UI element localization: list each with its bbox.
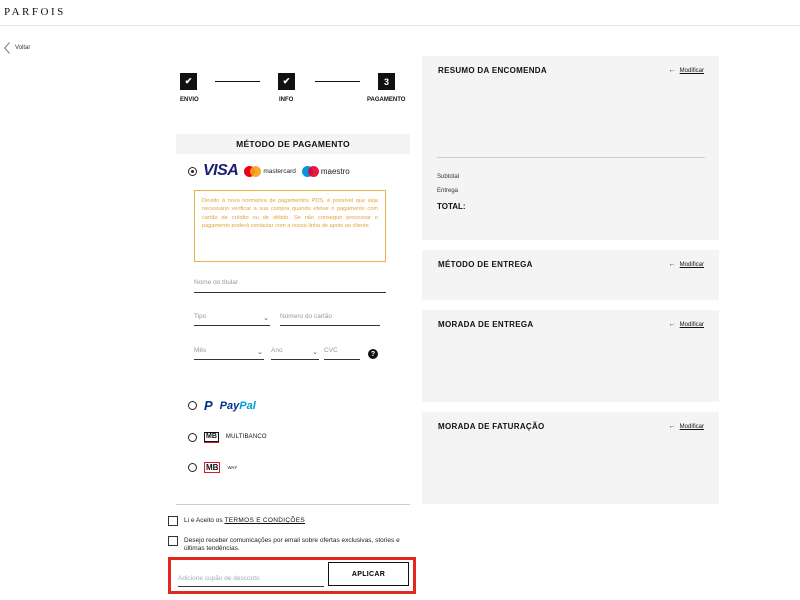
step-info-check-icon[interactable]: ✔: [278, 73, 295, 90]
cardholder-name-placeholder: Nome do titular: [194, 279, 239, 286]
arrow-left-icon: ←: [668, 261, 676, 268]
terms-prefix: Li e Aceito os: [184, 517, 223, 524]
chevron-down-icon: ⌄: [257, 349, 263, 356]
delivery-method-panel: MÉTODO DE ENTREGA ← Modificar: [422, 250, 719, 300]
terms-consent[interactable]: Li e Aceito os TERMOS E CONDIÇÕES: [168, 516, 305, 526]
step-connector: [315, 81, 360, 82]
mbway-label: WAY: [227, 465, 238, 470]
newsletter-checkbox[interactable]: [168, 536, 178, 546]
shipping-address-title: MORADA DE ENTREGA: [438, 320, 534, 329]
psd-notice: Devido à nova normativa de pagamentos PD…: [194, 190, 386, 262]
paypal-radio[interactable]: [188, 401, 197, 410]
step-label-info: INFO: [279, 97, 294, 103]
modify-label: Modificar: [679, 261, 704, 268]
maestro-icon: [301, 165, 319, 177]
mbway-option[interactable]: MB WAY: [188, 462, 237, 473]
modify-label: Modificar: [679, 321, 704, 328]
mbway-icon: MB: [204, 462, 221, 473]
card-number-placeholder: Número do cartão: [280, 313, 333, 320]
modify-label: Modificar: [679, 67, 704, 74]
mbway-radio[interactable]: [188, 463, 197, 472]
apply-coupon-button[interactable]: APLICAR: [328, 562, 409, 586]
newsletter-text: Desejo receber comunicações por email so…: [184, 537, 400, 552]
subtotal-label: Subtotal: [437, 174, 460, 180]
chevron-down-icon: ⌄: [312, 349, 318, 356]
multibanco-option[interactable]: MB MULTIBANCO: [188, 432, 267, 443]
coupon-input[interactable]: [178, 563, 324, 587]
order-summary-panel: RESUMO DA ENCOMENDA ← Modificar Subtotal…: [422, 56, 719, 240]
mastercard-label: mastercard: [263, 167, 296, 175]
expiry-year-placeholder: Ano: [271, 347, 283, 354]
expiry-month-select[interactable]: Mês ⌄: [194, 347, 264, 360]
maestro-logo: maestro: [301, 165, 350, 177]
back-label: Voltar: [15, 45, 31, 51]
terms-checkbox[interactable]: [168, 516, 178, 526]
multibanco-icon: MB: [204, 432, 219, 443]
cvc-placeholder: CVC: [324, 347, 338, 354]
paypal-icon: P: [204, 398, 213, 413]
arrow-left-icon: ←: [668, 321, 676, 328]
cardholder-name-field[interactable]: Nome do titular: [194, 279, 386, 293]
paypal-option[interactable]: P PayPal: [188, 398, 256, 413]
payment-method-title: MÉTODO DE PAGAMENTO: [176, 134, 410, 154]
terms-link[interactable]: TERMOS E CONDIÇÕES: [224, 517, 305, 524]
card-payment-option[interactable]: VISA mastercard maestro: [188, 162, 350, 180]
newsletter-consent[interactable]: Desejo receber comunicações por email so…: [168, 536, 416, 553]
expiry-year-select[interactable]: Ano ⌄: [271, 347, 319, 360]
back-link[interactable]: Voltar: [4, 42, 30, 54]
cvc-field[interactable]: CVC: [324, 347, 360, 360]
chevron-left-icon: [4, 42, 10, 54]
card-number-field[interactable]: Número do cartão: [280, 313, 380, 326]
mastercard-icon: [244, 165, 262, 177]
section-divider: [176, 504, 410, 505]
modify-label: Modificar: [679, 423, 704, 430]
cvc-help-icon[interactable]: ?: [368, 349, 378, 359]
order-summary-modify-link[interactable]: ← Modificar: [669, 67, 704, 74]
expiry-month-placeholder: Mês: [194, 347, 207, 354]
top-bar: PARFOIS: [0, 0, 800, 26]
paypal-logo: PayPal: [219, 399, 256, 412]
summary-divider: [437, 157, 705, 158]
delivery-method-title: MÉTODO DE ENTREGA: [438, 260, 533, 269]
arrow-left-icon: ←: [668, 423, 676, 430]
brand-logo[interactable]: PARFOIS: [4, 6, 66, 18]
visa-logo: VISA: [203, 162, 239, 179]
delivery-label: Entrega: [437, 188, 459, 194]
shipping-address-panel: MORADA DE ENTREGA ← Modificar: [422, 310, 719, 402]
step-envio-check-icon[interactable]: ✔: [180, 73, 197, 90]
maestro-label: maestro: [320, 166, 350, 176]
multibanco-radio[interactable]: [188, 432, 197, 442]
step-label-envio: ENVIO: [180, 97, 199, 103]
billing-address-panel: MORADA DE FATURAÇÃO ← Modificar: [422, 412, 719, 504]
multibanco-label: MULTIBANCO: [225, 434, 267, 440]
mastercard-logo: mastercard: [244, 165, 296, 177]
checkout-stepper: ✔ ✔ 3 ENVIO INFO PAGAMENTO: [178, 73, 410, 109]
step-pagamento-number: 3: [378, 73, 395, 90]
billing-address-title: MORADA DE FATURAÇÃO: [438, 422, 545, 431]
chevron-down-icon: ⌄: [263, 315, 269, 322]
card-type-select[interactable]: Tipo ⌄: [194, 313, 270, 326]
delivery-method-modify-link[interactable]: ← Modificar: [669, 261, 704, 268]
order-summary-title: RESUMO DA ENCOMENDA: [438, 66, 547, 75]
total-label: TOTAL:: [437, 202, 466, 211]
card-type-placeholder: Tipo: [194, 313, 207, 320]
step-connector: [215, 81, 260, 82]
billing-address-modify-link[interactable]: ← Modificar: [669, 423, 704, 430]
step-label-pagamento: PAGAMENTO: [367, 97, 406, 103]
shipping-address-modify-link[interactable]: ← Modificar: [669, 321, 704, 328]
card-radio[interactable]: [188, 166, 197, 176]
terms-text: Li e Aceito os TERMOS E CONDIÇÕES: [184, 516, 305, 525]
arrow-left-icon: ←: [668, 67, 676, 74]
